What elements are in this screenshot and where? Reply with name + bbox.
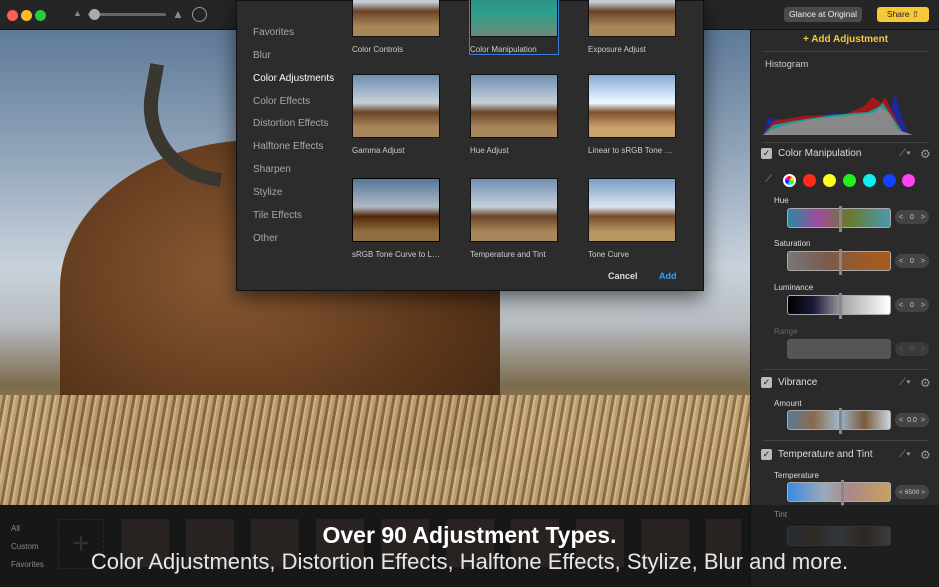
tile-color-controls[interactable]: Color Controls [352, 0, 440, 54]
tile-srgb-to-linear[interactable]: sRGB Tone Curve to Li... [352, 178, 440, 259]
category-favorites[interactable]: Favorites [253, 27, 294, 38]
category-sharpen[interactable]: Sharpen [253, 164, 291, 175]
brush-icon[interactable]: ⟋▾ [899, 449, 911, 460]
amount-slider[interactable] [787, 408, 891, 434]
category-other[interactable]: Other [253, 233, 278, 244]
range-stepper[interactable]: <0 > [895, 342, 929, 356]
hue-stepper[interactable]: <0 > [895, 210, 929, 224]
zoom-window-button[interactable] [35, 10, 46, 21]
add-adjustment-dialog: Favorites Blur Color Adjustments Color E… [236, 0, 704, 291]
color-manipulation-title: Color Manipulation [778, 148, 862, 159]
temperature-stepper[interactable]: <6500 > [895, 485, 929, 499]
swatch-cyan[interactable] [863, 174, 876, 187]
luminance-stepper[interactable]: <0 > [895, 298, 929, 312]
large-person-icon: ▲ [172, 7, 184, 21]
category-distortion-effects[interactable]: Distortion Effects [253, 118, 328, 129]
brush-icon[interactable]: ⟋▾ [899, 148, 911, 159]
color-manipulation-checkbox[interactable]: ✓ [761, 148, 772, 159]
promo-subline: Color Adjustments, Distortion Effects, H… [90, 549, 849, 574]
vibrance-checkbox[interactable]: ✓ [761, 377, 772, 388]
swatch-red[interactable] [803, 174, 816, 187]
category-color-adjustments[interactable]: Color Adjustments [253, 73, 334, 84]
tile-tone-curve[interactable]: Tone Curve [588, 178, 676, 259]
loupe-icon[interactable] [192, 7, 207, 22]
range-label: Range [774, 327, 798, 336]
share-label: Share [886, 9, 910, 19]
brush-icon[interactable]: ⟋▾ [899, 377, 911, 388]
saturation-stepper[interactable]: <0 > [895, 254, 929, 268]
tile-exposure-adjust[interactable]: Exposure Adjust [588, 0, 676, 54]
temperature-title: Temperature and Tint [778, 449, 873, 460]
histogram-label: Histogram [765, 59, 809, 70]
temperature-checkbox[interactable]: ✓ [761, 449, 772, 460]
share-button[interactable]: Share ⇧ [877, 7, 929, 22]
add-adjustment-button[interactable]: + Add Adjustment [751, 34, 939, 45]
add-button[interactable]: Add [659, 271, 677, 281]
amount-stepper[interactable]: <0.0 > [895, 413, 929, 427]
tile-temperature-and-tint[interactable]: Temperature and Tint [470, 178, 558, 259]
zoom-slider[interactable] [88, 9, 166, 20]
close-window-button[interactable] [7, 10, 18, 21]
tile-linear-to-srgb[interactable]: Linear to sRGB Tone C... [588, 74, 676, 155]
tile-hue-adjust[interactable]: Hue Adjust [470, 74, 558, 155]
histogram [763, 93, 913, 135]
glance-at-original-button[interactable]: Glance at Original [784, 7, 862, 22]
saturation-slider[interactable] [787, 249, 891, 275]
gear-icon[interactable]: ⚙ [920, 448, 931, 462]
gear-icon[interactable]: ⚙ [920, 147, 931, 161]
gear-icon[interactable]: ⚙ [920, 376, 931, 390]
temperature-header: ✓ Temperature and Tint [761, 449, 873, 460]
tile-color-manipulation[interactable]: Color Manipulation [469, 0, 559, 55]
hue-label: Hue [774, 196, 789, 205]
all-colors-swatch[interactable] [783, 174, 796, 187]
temperature-label: Temperature [774, 471, 819, 480]
swatch-blue[interactable] [883, 174, 896, 187]
hue-slider[interactable] [787, 206, 891, 232]
category-blur[interactable]: Blur [253, 50, 271, 61]
tile-gamma-adjust[interactable]: Gamma Adjust [352, 74, 440, 155]
category-color-effects[interactable]: Color Effects [253, 96, 310, 107]
luminance-label: Luminance [774, 283, 814, 292]
share-icon: ⇧ [911, 9, 920, 19]
category-stylize[interactable]: Stylize [253, 187, 282, 198]
vibrance-title: Vibrance [778, 377, 818, 388]
promo-headline: Over 90 Adjustment Types. [322, 522, 617, 548]
amount-label: Amount [774, 399, 802, 408]
adjustments-panel: + Add Adjustment Histogram ✓ Color Manip… [750, 30, 939, 587]
swatch-magenta[interactable] [902, 174, 915, 187]
minimize-window-button[interactable] [21, 10, 32, 21]
saturation-label: Saturation [774, 239, 811, 248]
luminance-slider[interactable] [787, 293, 891, 319]
grass [0, 395, 750, 505]
temperature-slider[interactable] [787, 480, 891, 506]
range-slider[interactable] [787, 339, 891, 359]
swatch-green[interactable] [843, 174, 856, 187]
tint-label: Tint [774, 510, 788, 519]
swatch-yellow[interactable] [823, 174, 836, 187]
category-halftone-effects[interactable]: Halftone Effects [253, 141, 323, 152]
category-tile-effects[interactable]: Tile Effects [253, 210, 302, 221]
eyedropper-icon[interactable]: ⟋ [765, 174, 772, 185]
color-manipulation-header: ✓ Color Manipulation [761, 148, 861, 159]
vibrance-header: ✓ Vibrance [761, 377, 817, 388]
cancel-button[interactable]: Cancel [608, 271, 638, 281]
small-person-icon: ▲ [73, 8, 82, 18]
